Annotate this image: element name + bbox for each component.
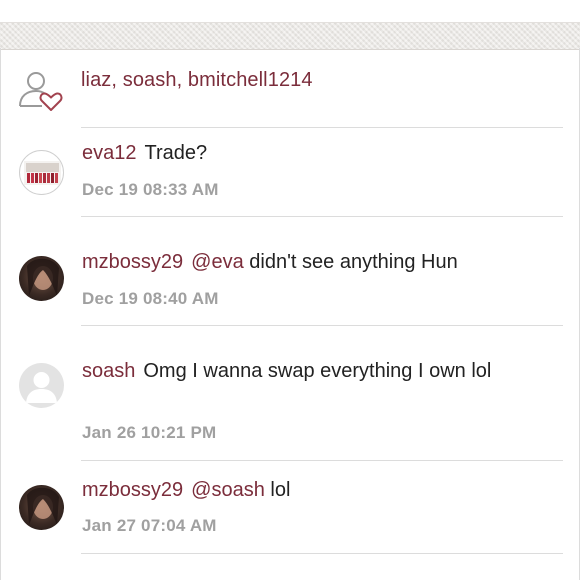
comment-username[interactable]: mzbossy29 [82, 479, 183, 501]
comment-timestamp: Jan 27 07:04 AM [82, 516, 217, 535]
comment-body: Omg I wanna swap everything I own lol [143, 360, 492, 382]
likers-list[interactable]: liaz, soash, bmitchell1214 [81, 69, 313, 92]
comment-body: didn't see anything Hun [249, 251, 458, 273]
avatar[interactable] [19, 256, 64, 301]
comment-username[interactable]: eva12 [82, 142, 137, 164]
header-texture-bar [0, 22, 580, 50]
avatar[interactable] [19, 485, 64, 530]
likes-row[interactable]: liaz, soash, bmitchell1214 [0, 48, 580, 128]
comment-username[interactable]: mzbossy29 [82, 251, 183, 273]
comment-username[interactable]: soash [82, 360, 135, 382]
comment-text: mzbossy29 @soash lol [82, 477, 552, 504]
default-user-icon[interactable] [19, 363, 64, 408]
comment-text: soash Omg I wanna swap everything I own l… [82, 358, 552, 385]
comment-timestamp: Dec 19 08:33 AM [82, 180, 219, 199]
divider [81, 127, 563, 128]
top-blank-area [0, 0, 580, 22]
user-heart-icon [16, 68, 64, 116]
comment-mention[interactable]: @soash [191, 479, 265, 501]
divider [81, 460, 563, 461]
divider [81, 216, 563, 217]
divider [81, 553, 563, 554]
comment-text: eva12 Trade? [82, 140, 552, 167]
comment-body: Trade? [144, 142, 208, 164]
comment-body: lol [270, 479, 291, 501]
comment-timestamp: Jan 26 10:21 PM [82, 423, 217, 442]
comment-text: mzbossy29 @eva didn't see anything Hun [82, 249, 552, 276]
comment-mention[interactable]: @eva [191, 251, 244, 273]
divider [81, 325, 563, 326]
comment-timestamp: Dec 19 08:40 AM [82, 289, 219, 308]
avatar[interactable] [19, 150, 64, 195]
